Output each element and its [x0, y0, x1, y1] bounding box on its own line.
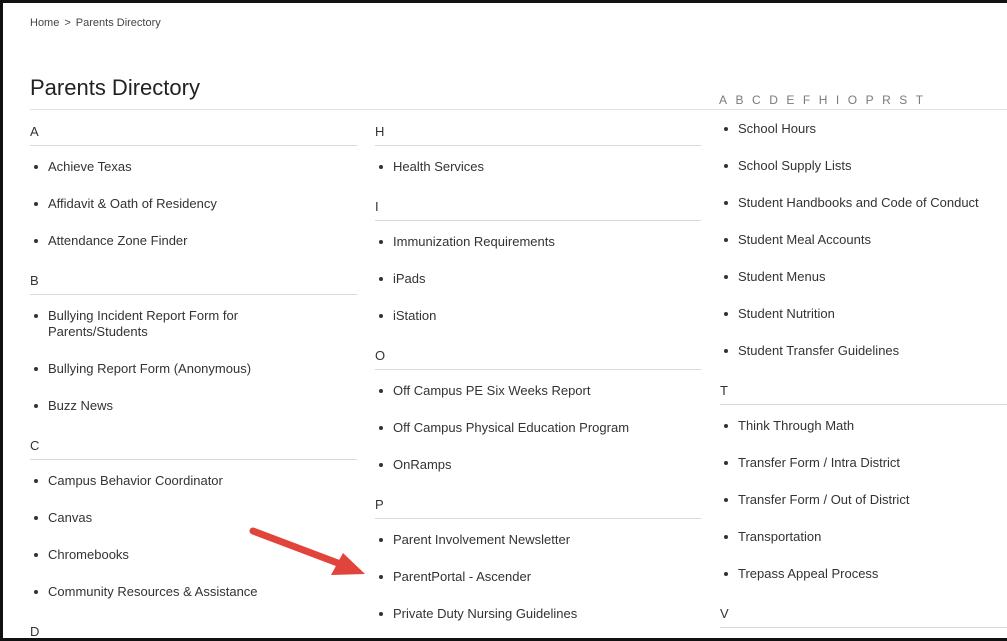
alpha-link-o[interactable]: O: [848, 93, 858, 107]
breadcrumb-separator: >: [64, 17, 71, 29]
alpha-link-s[interactable]: S: [899, 93, 908, 107]
alpha-link-b[interactable]: B: [736, 93, 745, 107]
directory-link[interactable]: Campus Behavior Coordinator: [30, 473, 357, 489]
letter-heading-o: O: [375, 345, 701, 370]
page-frame: Home > Parents Directory Parents Directory…: [0, 0, 1007, 641]
directory-link[interactable]: Bullying Report Form (Anonymous): [30, 361, 357, 377]
directory-link[interactable]: Student Transfer Guidelines: [720, 343, 1007, 359]
letter-heading-p: P: [375, 494, 701, 519]
directory-link[interactable]: OnRamps: [375, 457, 701, 473]
alpha-link-h[interactable]: H: [819, 93, 828, 107]
directory-link[interactable]: Off Campus Physical Education Program: [375, 420, 701, 436]
link-list-a: Achieve Texas Affidavit & Oath of Reside…: [30, 159, 357, 249]
letter-heading-a: A: [30, 121, 357, 146]
letter-heading-b: B: [30, 270, 357, 295]
directory-link[interactable]: School Supply Lists: [720, 158, 1007, 174]
directory-link[interactable]: Private Duty Nursing Guidelines: [375, 606, 701, 622]
red-arrow-icon: [249, 527, 365, 575]
letter-heading-d: D: [30, 624, 40, 639]
link-list-i: Immunization Requirements iPads iStation: [375, 234, 701, 324]
directory-link[interactable]: Community Resources & Assistance: [30, 584, 357, 600]
directory-column-3: School Hours School Supply Lists Student…: [720, 121, 1007, 638]
alpha-link-a[interactable]: A: [719, 93, 728, 107]
link-list-h: Health Services: [375, 159, 701, 175]
directory-link[interactable]: Transportation: [720, 529, 1007, 545]
alpha-link-i[interactable]: I: [836, 93, 840, 107]
directory-link[interactable]: Bullying Incident Report Form for Parent…: [30, 308, 288, 340]
directory-link[interactable]: Affidavit & Oath of Residency: [30, 196, 357, 212]
breadcrumb: Home > Parents Directory: [30, 17, 161, 29]
directory-link[interactable]: Think Through Math: [720, 418, 1007, 434]
alphabet-nav: ABCDEFHIOPRST: [719, 93, 932, 107]
directory-link[interactable]: Trepass Appeal Process: [720, 566, 1007, 582]
directory-link[interactable]: Health Services: [375, 159, 701, 175]
letter-heading-h: H: [375, 121, 701, 146]
alpha-link-c[interactable]: C: [752, 93, 761, 107]
directory-link[interactable]: Parent Involvement Newsletter: [375, 532, 701, 548]
alpha-link-t[interactable]: T: [916, 93, 924, 107]
directory-link[interactable]: Student Handbooks and Code of Conduct: [720, 195, 1007, 211]
link-list-p: Parent Involvement Newsletter ParentPort…: [375, 532, 701, 622]
breadcrumb-current: Parents Directory: [75, 17, 161, 29]
parentportal-link[interactable]: ParentPortal - Ascender: [375, 569, 701, 585]
letter-heading-i: I: [375, 196, 701, 221]
link-list-b: Bullying Incident Report Form for Parent…: [30, 308, 357, 414]
alpha-link-p[interactable]: P: [866, 93, 875, 107]
letter-heading-c: C: [30, 435, 357, 460]
directory-link[interactable]: Attendance Zone Finder: [30, 233, 357, 249]
directory-link[interactable]: Achieve Texas: [30, 159, 357, 175]
page-title: Parents Directory: [30, 75, 200, 100]
directory-link[interactable]: Buzz News: [30, 398, 357, 414]
directory-link[interactable]: Immunization Requirements: [375, 234, 701, 250]
alpha-link-f[interactable]: F: [803, 93, 811, 107]
directory-link[interactable]: Transfer Form / Intra District: [720, 455, 1007, 471]
link-list-o: Off Campus PE Six Weeks Report Off Campu…: [375, 383, 701, 473]
directory-link[interactable]: iStation: [375, 308, 701, 324]
directory-link[interactable]: iPads: [375, 271, 701, 287]
link-list-t: Think Through Math Transfer Form / Intra…: [720, 418, 1007, 582]
link-list-s: School Hours School Supply Lists Student…: [720, 121, 1007, 359]
directory-link[interactable]: Student Menus: [720, 269, 1007, 285]
alpha-link-r[interactable]: R: [882, 93, 891, 107]
directory-link[interactable]: School Hours: [720, 121, 1007, 137]
directory-link[interactable]: Transfer Form / Out of District: [720, 492, 1007, 508]
title-divider: [30, 109, 1007, 110]
letter-heading-t: T: [720, 380, 1007, 405]
directory-link[interactable]: Student Nutrition: [720, 306, 1007, 322]
breadcrumb-home-link[interactable]: Home: [30, 17, 59, 29]
letter-heading-v: V: [720, 603, 1007, 628]
directory-link[interactable]: Student Meal Accounts: [720, 232, 1007, 248]
directory-column-2: H Health Services I Immunization Require…: [375, 121, 701, 638]
directory-link[interactable]: Off Campus PE Six Weeks Report: [375, 383, 701, 399]
alpha-link-e[interactable]: E: [786, 93, 795, 107]
alpha-link-d[interactable]: D: [769, 93, 778, 107]
